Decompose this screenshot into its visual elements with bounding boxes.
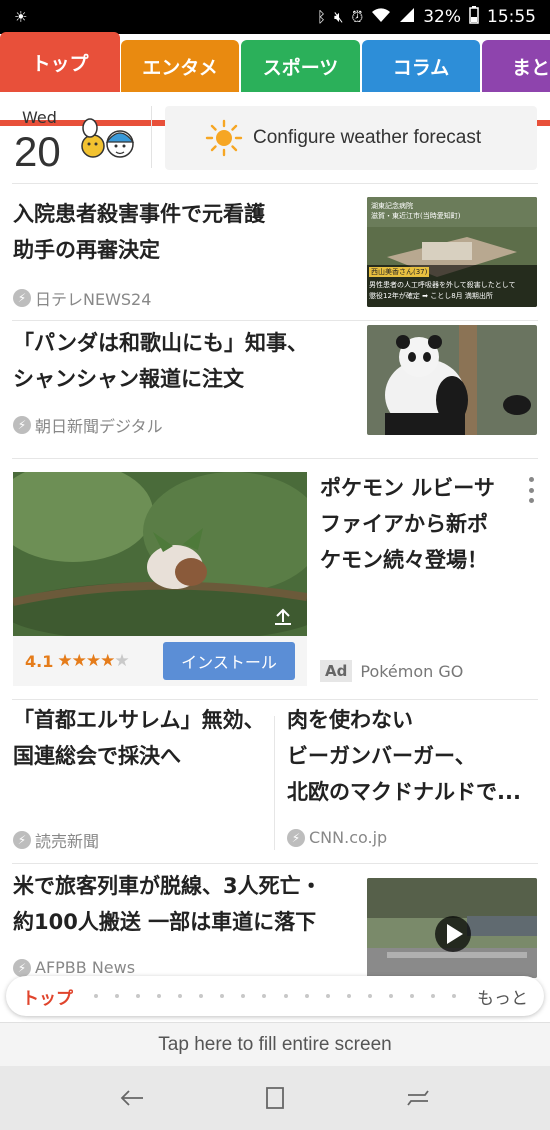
app-rating: 4.1: [25, 651, 54, 671]
recents-icon[interactable]: [255, 1078, 295, 1118]
current-page-label[interactable]: トップ: [22, 984, 73, 1009]
divider: [151, 106, 152, 168]
article-source: ⚡ 日テレNEWS24: [13, 286, 151, 310]
advertiser-name: Pokémon GO: [360, 661, 464, 681]
bluetooth-icon: ᛒ: [317, 8, 327, 26]
configure-weather-button[interactable]: Configure weather forecast: [165, 106, 537, 170]
signal-icon: [399, 7, 415, 27]
battery-icon: [469, 6, 479, 28]
wifi-icon: [371, 7, 391, 27]
overview-icon[interactable]: [398, 1078, 438, 1118]
tab-top[interactable]: トップ: [0, 32, 120, 92]
star-rating: ★★★★★: [57, 651, 129, 671]
source-bolt-icon: ⚡: [13, 289, 31, 307]
sun-icon: [205, 119, 243, 157]
page-dots: [73, 994, 477, 998]
back-icon[interactable]: [112, 1078, 152, 1118]
thumb-caption: 男性患者の人工呼吸器を外して殺害したとして: [369, 281, 516, 289]
ad-rating-bar: 4.1 ★★★★★ インストール: [13, 636, 307, 686]
article-thumbnail: 湖東記念病院 滋賀・東近江市(当時愛知町) 西山美香さん(37) 男性患者の人工…: [367, 197, 537, 307]
source-bolt-icon: ⚡: [13, 831, 31, 849]
thumb-caption: 懲役12年が確定 ➡ ことし8月 満期出所: [369, 292, 493, 300]
thumb-caption: 滋賀・東近江市(当時愛知町): [371, 212, 461, 220]
status-icons: ᛒ 🔇︎ ⏰︎ 32% 15:55: [317, 6, 536, 28]
ad-badge: Ad: [320, 660, 353, 682]
source-bolt-icon: ⚡: [287, 828, 305, 847]
alarm-icon: ⏰︎: [351, 8, 364, 26]
article-thumbnail: [367, 878, 537, 978]
ad-attribution: Ad Pokémon GO: [320, 660, 463, 682]
thumb-caption: 湖東記念病院: [371, 202, 413, 210]
article-source: ⚡ CNN.co.jp: [287, 828, 387, 847]
more-pages-label[interactable]: もっと: [477, 984, 528, 1009]
category-tabs: エンタメ スポーツ コラム まと トップ: [0, 32, 550, 126]
page-indicator[interactable]: トップ もっと: [6, 976, 544, 1016]
source-bolt-icon: ⚡: [13, 416, 31, 434]
source-bolt-icon: ⚡: [13, 958, 31, 977]
article-source: ⚡ 朝日新聞デジタル: [13, 413, 163, 437]
article-headline: 入院患者殺害事件で元看護 助手の再審決定: [13, 202, 265, 262]
article-headline: 「首都エルサレム」無効、 国連総会で採決へ: [13, 708, 265, 768]
thumb-caption: 西山美香さん(37): [369, 267, 430, 277]
mascot-illustration: [76, 116, 138, 164]
divider: [274, 716, 275, 850]
article-headline: 「パンダは和歌山にも」知事、 シャンシャン報道に注文: [13, 331, 309, 391]
weather-row: Wed 20 Configure weather forecast: [0, 92, 550, 184]
article-source: ⚡ 読売新聞: [13, 828, 99, 852]
clock: 15:55: [487, 7, 536, 27]
article-headline: 米で旅客列車が脱線、3人死亡・ 約100人搬送 一部は車道に落下: [13, 874, 322, 934]
divider: [12, 458, 538, 459]
status-bar: ☀ ᛒ 🔇︎ ⏰︎ 32% 15:55: [0, 0, 550, 34]
article-card[interactable]: 「パンダは和歌山にも」知事、 シャンシャン報道に注文 ⚡ 朝日新聞デジタル: [0, 321, 550, 458]
install-button[interactable]: インストール: [163, 642, 295, 680]
configure-weather-label: Configure weather forecast: [253, 127, 482, 148]
article-headline: 肉を使わない ビーガンバーガー、 北欧のマクドナルドで...: [287, 708, 521, 804]
fill-screen-button[interactable]: Tap here to fill entire screen: [0, 1022, 550, 1066]
more-options-icon[interactable]: [526, 477, 536, 503]
article-thumbnail: [367, 325, 537, 435]
article-card[interactable]: 「首都エルサレム」無効、 国連総会で採決へ ⚡ 読売新聞: [0, 700, 270, 862]
tab-column[interactable]: コラム: [362, 40, 480, 92]
article-card[interactable]: 肉を使わない ビーガンバーガー、 北欧のマクドナルドで... ⚡ CNN.co.…: [276, 700, 550, 862]
mute-icon: 🔇︎: [334, 8, 344, 26]
ad-headline[interactable]: ポケモン ルビーサ ファイアから新ポ ケモン続々登場！: [320, 470, 520, 578]
tab-matome[interactable]: まと: [482, 40, 550, 92]
tab-entame[interactable]: エンタメ: [121, 40, 239, 92]
battery-percent: 32%: [423, 7, 461, 27]
date-number: 20: [14, 128, 61, 175]
article-card[interactable]: 入院患者殺害事件で元看護 助手の再審決定 ⚡ 日テレNEWS24 湖東記念病院 …: [0, 184, 550, 320]
tab-sports[interactable]: スポーツ: [241, 40, 360, 92]
article-source: ⚡ AFPBB News: [13, 958, 135, 977]
ad-image[interactable]: [13, 472, 307, 636]
system-navigation-bar: [0, 1066, 550, 1130]
brightness-icon: ☀: [14, 8, 28, 26]
news-feed: Wed 20 Configure weather forecast 入院患者殺害…: [0, 92, 550, 1022]
weekday: Wed: [22, 108, 57, 127]
